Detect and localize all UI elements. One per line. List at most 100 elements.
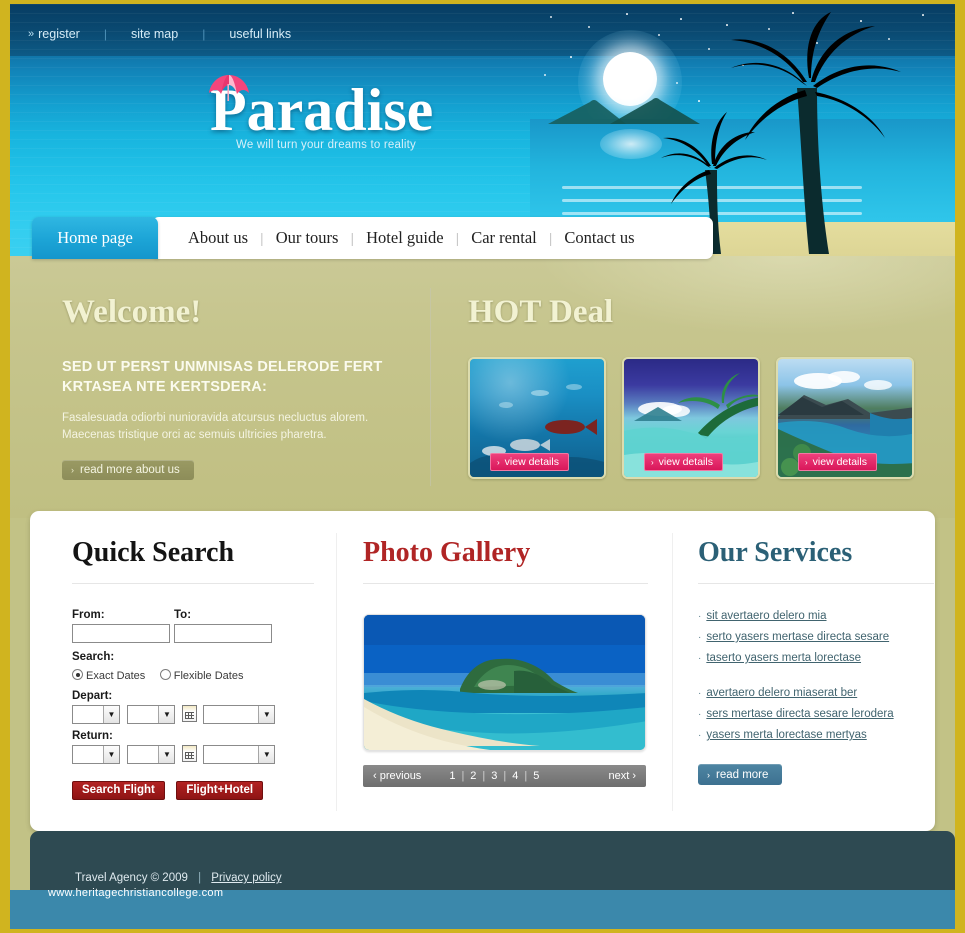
nav-item-home-page-label: Home page [57, 228, 133, 247]
return-month-select[interactable]: ▼ [127, 745, 176, 764]
welcome-body-text: Fasalesuada odiorbi nunioravida atcursus… [62, 412, 369, 441]
utility-separator: | [202, 27, 206, 41]
panel-divider [672, 533, 673, 811]
depart-day-select[interactable]: ▼ [72, 705, 120, 724]
bullet-icon: · [698, 709, 702, 720]
chevron-down-icon: ▼ [103, 746, 119, 763]
view-details-button[interactable]: › view details [798, 453, 877, 471]
services-read-more-label: read more [716, 768, 769, 781]
pagination-page-2[interactable]: 2 [464, 770, 482, 782]
view-details-button[interactable]: › view details [490, 453, 569, 471]
bullet-icon: · [698, 653, 702, 664]
services-list-group-two: · avertaero delero miaserat ber · sers mer… [698, 683, 934, 746]
section-rule [363, 583, 648, 584]
chevron-right-icon: › [651, 457, 654, 467]
nav-item-car-rental[interactable]: Car rental [459, 228, 549, 248]
list-item: · sers mertase directa sesare lerodera [698, 704, 934, 725]
pagination-numbers: 1 | 2 | 3 | 4 | 5 [443, 770, 545, 782]
site-logo[interactable]: Paradise We will turn your dreams to rea… [209, 75, 433, 151]
chevron-right-icon: › [707, 769, 710, 780]
island-beach-photo[interactable] [363, 614, 646, 751]
chevron-right-icon: › [497, 457, 500, 467]
page-canvas: » register | site map | useful links Par… [10, 4, 955, 929]
pagination-next[interactable]: next › [608, 770, 636, 782]
search-flight-button[interactable]: Search Flight [72, 780, 165, 800]
radio-flexible-dates[interactable]: Flexible Dates [159, 666, 254, 683]
radio-exact-dates[interactable]: Exact Dates [72, 666, 160, 683]
nav-item-home-page[interactable]: Home page [32, 217, 158, 259]
depart-year-select[interactable]: ▼ [203, 705, 276, 724]
hot-deal-thumbnails: › view details › view details › view det… [468, 357, 928, 479]
service-link-4[interactable]: avertaero delero miaserat ber [706, 687, 857, 699]
content-panel: Quick Search From: To: Search: Exact Dat… [30, 511, 935, 831]
flight-hotel-button[interactable]: Flight+Hotel [176, 780, 264, 800]
utility-link-useful-links[interactable]: useful links [229, 27, 291, 41]
nav-pill: About us | Our tours | Hotel guide | Car… [152, 217, 713, 259]
nav-item-hotel-guide[interactable]: Hotel guide [354, 228, 455, 248]
chevron-down-icon: ▼ [158, 746, 175, 763]
pagination-page-1[interactable]: 1 [443, 770, 461, 782]
bullet-icon: · [698, 730, 702, 741]
utility-separator: | [103, 27, 107, 41]
pagination-previous-label: previous [379, 770, 422, 782]
service-link-2[interactable]: serto yasers mertase directa sesare [706, 631, 889, 643]
read-more-about-us-button[interactable]: › read more about us [62, 460, 194, 480]
hot-deal-card[interactable]: › view details [468, 357, 606, 479]
hot-deal-card[interactable]: › view details [622, 357, 760, 479]
chevron-right-icon: › [805, 457, 808, 467]
utility-link-register[interactable]: register [38, 27, 80, 41]
nav-item-contact-us[interactable]: Contact us [552, 228, 646, 248]
to-input[interactable] [174, 624, 272, 643]
privacy-policy-link[interactable]: Privacy policy [211, 872, 281, 884]
chevron-down-icon: ▼ [158, 706, 175, 723]
hot-deal-heading: HOT Deal [468, 294, 614, 330]
bullet-icon: · [698, 632, 702, 643]
pagination-page-3[interactable]: 3 [485, 770, 503, 782]
our-services-section: Our Services · sit avertaero delero mia ·… [698, 537, 934, 785]
list-item: · taserto yasers merta lorectase [698, 648, 934, 669]
quick-search-section: Quick Search From: To: Search: Exact Dat… [72, 537, 314, 800]
bullet-icon: · [698, 688, 702, 699]
search-mode-label: Search: [72, 651, 115, 663]
list-item: · serto yasers mertase directa sesare [698, 627, 934, 648]
services-read-more-button[interactable]: › read more [698, 764, 783, 785]
service-link-3[interactable]: taserto yasers merta lorectase [706, 652, 861, 664]
pagination-previous[interactable]: ‹ previous [373, 770, 421, 782]
main-navigation: About us | Our tours | Hotel guide | Car… [10, 217, 955, 261]
pagination-page-4[interactable]: 4 [506, 770, 524, 782]
depart-month-select[interactable]: ▼ [127, 705, 176, 724]
nav-item-our-tours[interactable]: Our tours [264, 228, 351, 248]
nav-item-about-us[interactable]: About us [176, 228, 260, 248]
footer-site-url: www.heritagechristiancollege.com [48, 887, 224, 899]
radio-flexible-dates-icon[interactable] [159, 669, 171, 680]
chevron-right-icon: › [632, 770, 636, 782]
bullet-icon: · [698, 611, 702, 622]
double-chevron-icon: » [28, 28, 34, 40]
chevron-right-icon: › [71, 465, 74, 475]
umbrella-icon [209, 75, 249, 101]
photo-gallery-heading: Photo Gallery [363, 537, 531, 568]
service-link-5[interactable]: sers mertase directa sesare lerodera [706, 708, 893, 720]
view-details-label: view details [658, 456, 713, 468]
chevron-left-icon: ‹ [373, 770, 377, 782]
section-divider [430, 288, 431, 486]
return-year-select[interactable]: ▼ [203, 745, 276, 764]
photo-gallery-section: Photo Gallery ‹ previous 1 | 2 | 3 | 4 |… [363, 537, 648, 787]
footer-copyright-row: Travel Agency © 2009 | Privacy policy [75, 872, 282, 884]
view-details-button[interactable]: › view details [644, 453, 723, 471]
service-link-1[interactable]: sit avertaero delero mia [706, 610, 826, 622]
from-input[interactable] [72, 624, 170, 643]
depart-calendar-icon[interactable] [181, 705, 197, 722]
radio-exact-dates-icon[interactable] [72, 669, 83, 680]
footer-separator: | [198, 872, 202, 884]
welcome-section: Welcome! SED UT PERST UNMNISAS DELERODE … [62, 294, 422, 480]
chevron-down-icon: ▼ [258, 706, 275, 723]
return-day-select[interactable]: ▼ [72, 745, 120, 764]
to-label: To: [174, 609, 192, 621]
return-calendar-icon[interactable] [181, 745, 197, 762]
footer-copyright: Travel Agency © 2009 [75, 872, 188, 884]
service-link-6[interactable]: yasers merta lorectase mertyas [706, 729, 866, 741]
utility-link-site-map[interactable]: site map [131, 27, 178, 41]
pagination-page-5[interactable]: 5 [527, 770, 545, 782]
hot-deal-card[interactable]: › view details [776, 357, 914, 479]
